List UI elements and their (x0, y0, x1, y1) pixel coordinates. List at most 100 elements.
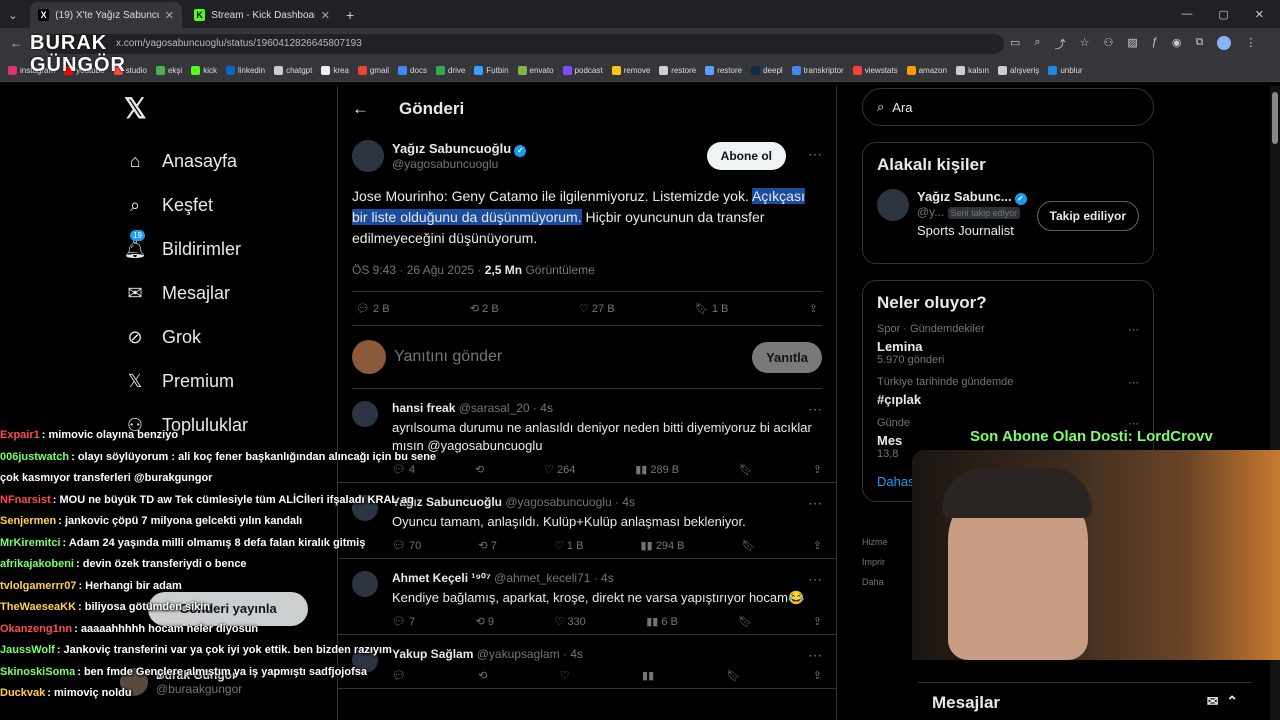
like-action[interactable]: ♡ 330 (554, 615, 585, 628)
bookmark-icon[interactable]: 🔖︎ (742, 539, 756, 552)
bookmark-item[interactable]: chatgpt (274, 66, 312, 75)
bookmark-item[interactable]: alışveriş (997, 66, 1039, 75)
extension-icon[interactable]: ⚇ (1103, 36, 1113, 52)
repost-action[interactable]: ⟲ 2 B (470, 302, 499, 315)
scrollbar-thumb[interactable] (1272, 92, 1278, 144)
messages-drawer[interactable]: Mesajlar ✉ ⌃ (918, 682, 1252, 720)
reply-button[interactable]: Yanıtla (752, 341, 822, 373)
url-field[interactable]: x.com/yagosabuncuoglu/status/19604128266… (44, 34, 1004, 54)
bookmark-item[interactable]: restore (659, 66, 696, 75)
extension-icon[interactable]: ƒ (1152, 36, 1158, 52)
bookmark-item[interactable]: gmail (357, 66, 389, 75)
new-tab-button[interactable]: + (346, 7, 354, 23)
bookmark-icon[interactable]: 🔖︎ (739, 463, 753, 476)
back-arrow-icon[interactable]: ← (352, 99, 369, 119)
browser-tab-x[interactable]: X (19) X'te Yağız Sabuncuoğlu: "Jo ✕ (30, 2, 182, 28)
star-icon[interactable]: ☆ (1080, 36, 1090, 52)
avatar[interactable] (352, 401, 378, 427)
share-icon[interactable]: ⤴ (1055, 36, 1066, 52)
more-icon[interactable]: ⋯ (1128, 376, 1139, 389)
bookmark-item[interactable]: linkedin (225, 66, 265, 75)
more-icon[interactable]: ⋯ (1128, 323, 1139, 336)
bookmark-item[interactable]: viewstats (852, 66, 898, 75)
nav-home[interactable]: ⌂ Anasayfa (118, 139, 328, 183)
avatar[interactable] (352, 140, 384, 172)
more-icon[interactable]: ⋯ (808, 401, 822, 418)
subscribe-button[interactable]: Abone ol (706, 142, 786, 170)
compose-message-icon[interactable]: ✉ (1207, 693, 1219, 709)
extension-icon[interactable]: ▨ (1127, 36, 1137, 52)
maximize-icon[interactable]: ▢ (1218, 8, 1228, 21)
share-icon[interactable]: ⇪ (809, 302, 818, 315)
bookmark-item[interactable]: kalsın (956, 66, 989, 75)
bookmark-item[interactable]: restore (705, 66, 742, 75)
expand-icon[interactable]: ⌃ (1226, 693, 1238, 709)
bookmark-item[interactable]: deepl (751, 66, 783, 75)
nav-premium[interactable]: 𝕏 Premium (118, 359, 328, 403)
nav-notifications[interactable]: 🔔︎ 19 Bildirimler (118, 227, 328, 271)
views-action[interactable]: ▮▮ 294 B (641, 539, 685, 552)
like-action[interactable]: ♡ 1 B (554, 539, 583, 552)
repost-action[interactable]: ⟲ 7 (478, 539, 496, 552)
share-icon[interactable]: ⇪ (813, 615, 822, 628)
bookmark-item[interactable]: podcast (562, 66, 603, 75)
bookmark-item[interactable]: remove (611, 66, 650, 75)
bookmark-item[interactable]: kick (191, 66, 217, 75)
author-handle[interactable]: @yagosabuncuoglu (392, 157, 526, 171)
nav-explore[interactable]: ⌕ Keşfet (118, 183, 328, 227)
bookmark-icon[interactable]: 🔖︎ (726, 669, 740, 682)
more-icon[interactable]: ⋯ (808, 495, 822, 512)
zoom-icon[interactable]: ⌕ (1034, 36, 1040, 52)
menu-icon[interactable]: ⋮ (1245, 36, 1256, 52)
repost-action[interactable]: ⟲ (475, 463, 484, 476)
x-logo-icon[interactable]: 𝕏 (124, 92, 328, 125)
more-icon[interactable]: ⋯ (808, 146, 822, 163)
bookmark-item[interactable]: envato (517, 66, 554, 75)
back-icon[interactable]: ← (10, 36, 22, 50)
share-icon[interactable]: ⇪ (813, 539, 822, 552)
bookmark-item[interactable]: ekşi (155, 66, 182, 75)
nav-messages[interactable]: ✉ Mesajlar (118, 271, 328, 315)
like-action[interactable]: ♡ 264 (544, 463, 575, 476)
share-icon[interactable]: ⇪ (813, 669, 822, 682)
minimize-icon[interactable]: — (1181, 8, 1192, 21)
bookmark-item[interactable]: drive (435, 66, 465, 75)
reply-action[interactable]: 💬︎ 2 B (356, 302, 390, 315)
bookmark-item[interactable]: Futbin (474, 66, 509, 75)
close-tab-icon[interactable]: ✕ (321, 9, 330, 22)
bookmark-item[interactable]: krea (321, 66, 349, 75)
views-action[interactable]: ▮▮ (642, 669, 654, 682)
bookmark-item[interactable]: docs (398, 66, 427, 75)
share-icon[interactable]: ⇪ (813, 463, 822, 476)
bookmark-icon[interactable]: 🔖︎ (738, 615, 752, 628)
reply-input[interactable]: Yanıtını gönder (394, 348, 744, 366)
nav-grok[interactable]: ⊘ Grok (118, 315, 328, 359)
extension-icon[interactable]: ◉ (1172, 36, 1182, 52)
bookmark-item[interactable]: unblur (1048, 66, 1083, 75)
close-window-icon[interactable]: ✕ (1255, 8, 1264, 21)
bookmark-item[interactable]: transkriptor (791, 66, 844, 75)
browser-tab-kick[interactable]: K Stream - Kick Dashboard ✕ (186, 2, 338, 28)
bookmark-item[interactable]: amazon (906, 66, 947, 75)
repost-action[interactable]: ⟲ (478, 669, 487, 682)
profile-avatar[interactable] (1217, 36, 1232, 50)
puzzle-icon[interactable]: ⧉ (1195, 36, 1203, 52)
trend-item[interactable]: Spor · Gündemdekiler Lemina 5.970 gönderi ⋯ (877, 323, 1139, 366)
like-action[interactable]: ♡ (560, 669, 570, 682)
search-input[interactable]: ⌕ Ara (862, 88, 1154, 126)
following-button[interactable]: Takip ediliyor (1036, 201, 1139, 231)
post-time[interactable]: ÖS 9:43 · 26 Ağu 2025 · (352, 263, 485, 277)
repost-action[interactable]: ⟲ 9 (476, 615, 494, 628)
author-name-row[interactable]: Yağız Sabuncuoğlu ✓ (392, 141, 527, 157)
trend-item[interactable]: Türkiye tarihinde gündemde #çıplak ⋯ (877, 376, 1139, 407)
reply-author[interactable]: hansi freak (392, 401, 455, 415)
views-action[interactable]: ▮▮ 6 B (646, 615, 678, 628)
cast-icon[interactable]: ▭ (1010, 36, 1020, 52)
bookmark-action[interactable]: 🔖︎ 1 B (695, 302, 729, 315)
like-action[interactable]: ♡ 27 B (579, 302, 615, 315)
more-icon[interactable]: ⋯ (808, 647, 822, 664)
tab-search-icon[interactable]: ⌄ (0, 2, 26, 28)
views-action[interactable]: ▮▮ 289 B (635, 463, 679, 476)
close-tab-icon[interactable]: ✕ (165, 9, 174, 22)
more-icon[interactable]: ⋯ (808, 571, 822, 588)
